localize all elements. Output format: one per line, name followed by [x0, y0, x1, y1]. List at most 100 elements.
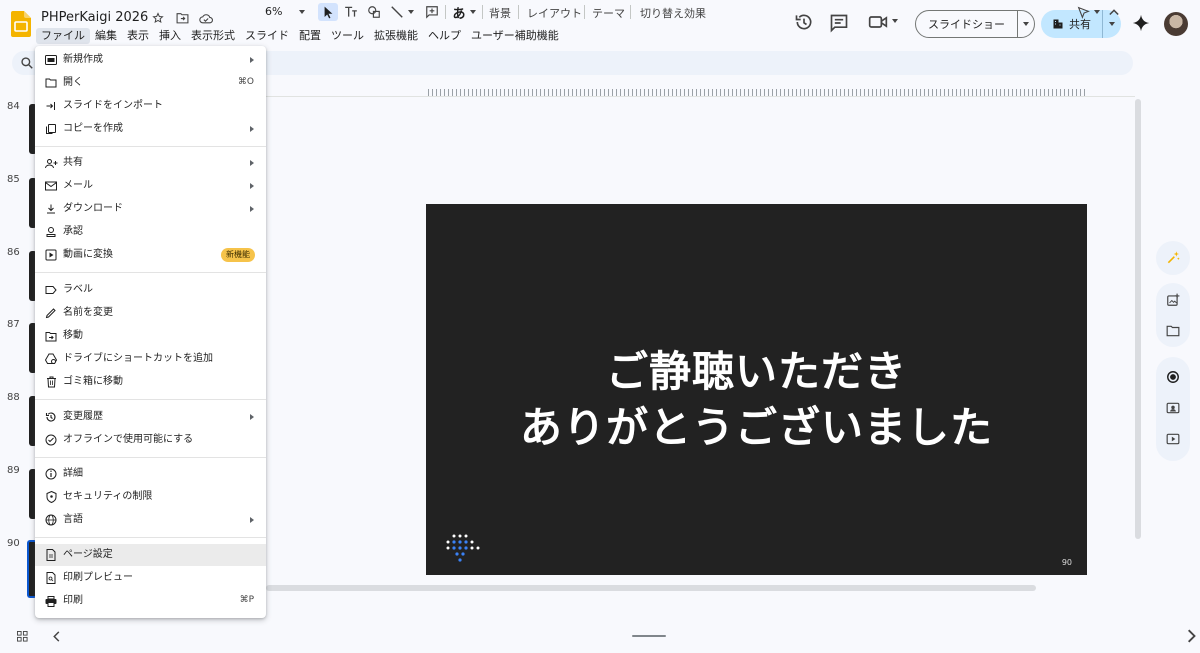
menu-item-details[interactable]: 詳細: [35, 463, 266, 485]
document-title[interactable]: PHPerKaigi 2026: [41, 10, 148, 25]
menu-item-print-preview[interactable]: 印刷プレビュー: [35, 567, 266, 589]
menu-item-version-history[interactable]: 変更履歴: [35, 406, 266, 428]
toolbar-separator: [630, 5, 631, 19]
copy-icon: [44, 122, 58, 136]
star-icon[interactable]: [150, 10, 166, 26]
zoom-value[interactable]: 6%: [265, 5, 282, 18]
camera-icon[interactable]: [1164, 399, 1182, 417]
horizontal-scrollbar[interactable]: [266, 585, 1036, 591]
add-comment-button[interactable]: [423, 3, 441, 21]
move-folder-icon[interactable]: [174, 10, 190, 26]
select-tool-button[interactable]: [318, 3, 338, 21]
menu-extensions[interactable]: 拡張機能: [369, 28, 423, 44]
slideshow-dropdown-icon[interactable]: [1018, 11, 1034, 37]
search-menus-icon[interactable]: [20, 56, 34, 70]
zoom-dropdown-icon[interactable]: [299, 10, 305, 14]
collapse-toolbar-button[interactable]: [1106, 3, 1122, 21]
menu-item-convert-to-video[interactable]: 動画に変換 新機能: [35, 244, 266, 266]
record-icon[interactable]: [1164, 368, 1182, 386]
comment-icon[interactable]: [829, 13, 849, 33]
gemini-sparkle-icon[interactable]: [1164, 249, 1182, 267]
add-comment-icon: [426, 6, 438, 19]
menu-item-new[interactable]: 新規作成: [35, 49, 266, 71]
building-icon: [1053, 19, 1063, 29]
menu-view[interactable]: 表示: [122, 28, 154, 44]
menu-item-security-limitations[interactable]: セキュリティの制限: [35, 486, 266, 508]
shortcut-label: ⌘O: [237, 77, 254, 87]
submenu-arrow-icon: [250, 414, 254, 420]
toolbar-separator: [482, 5, 483, 19]
menu-slide[interactable]: スライド: [240, 28, 294, 44]
input-tools-button[interactable]: あ: [450, 3, 478, 22]
slide-title-line1[interactable]: ご静聴いただき: [426, 338, 1087, 399]
menu-item-print[interactable]: 印刷 ⌘P: [35, 590, 266, 612]
menu-item-labels[interactable]: ラベル: [35, 279, 266, 301]
cursor-icon: [324, 6, 332, 18]
speaker-notes-handle[interactable]: [632, 635, 666, 637]
line-button[interactable]: [388, 3, 416, 21]
menu-item-rename[interactable]: 名前を変更: [35, 302, 266, 324]
menu-edit[interactable]: 編集: [90, 28, 122, 44]
video-call-icon[interactable]: [868, 13, 888, 31]
layout-button[interactable]: レイアウト: [527, 5, 582, 21]
menu-arrange[interactable]: 配置: [294, 28, 326, 44]
file-menu-dropdown: 新規作成 開く ⌘O スライドをインポート コピーを作成 共有 メール ダウンロ…: [35, 46, 266, 618]
version-history-icon[interactable]: [794, 12, 814, 32]
video-call-dropdown-icon[interactable]: [892, 19, 898, 23]
offline-check-icon: [44, 433, 58, 447]
line-icon: [391, 6, 403, 18]
menu-help[interactable]: ヘルプ: [423, 28, 466, 44]
horizontal-ruler[interactable]: [428, 89, 1086, 96]
add-image-icon[interactable]: [1164, 291, 1182, 309]
menu-item-open[interactable]: 開く ⌘O: [35, 72, 266, 94]
slideshow-button[interactable]: スライドショー: [915, 10, 1035, 38]
menu-tools[interactable]: ツール: [326, 28, 369, 44]
menu-format[interactable]: 表示形式: [186, 28, 240, 44]
menu-item-approvals[interactable]: 承認: [35, 221, 266, 243]
menu-item-download[interactable]: ダウンロード: [35, 198, 266, 220]
video-icon[interactable]: [1164, 430, 1182, 448]
toolbar-separator: [518, 5, 519, 19]
slides-logo-icon[interactable]: [11, 11, 31, 37]
menu-item-import-slides[interactable]: スライドをインポート: [35, 95, 266, 117]
menu-file[interactable]: ファイル: [36, 28, 90, 44]
input-mode-label: あ: [452, 6, 466, 22]
ruler-divider: [265, 96, 1135, 97]
slide-number: 86: [7, 247, 20, 258]
menu-item-add-shortcut[interactable]: ドライブにショートカットを追加: [35, 348, 266, 370]
folder-icon[interactable]: [1164, 322, 1182, 340]
theme-button[interactable]: テーマ: [592, 5, 625, 21]
menu-item-move-to-trash[interactable]: ゴミ箱に移動: [35, 371, 266, 393]
gemini-icon[interactable]: [1132, 14, 1150, 32]
menu-item-page-setup[interactable]: ページ設定: [35, 544, 266, 566]
menu-item-make-copy[interactable]: コピーを作成: [35, 118, 266, 140]
vertical-scrollbar[interactable]: [1135, 99, 1141, 539]
expand-side-panel-icon[interactable]: [1186, 629, 1196, 643]
user-avatar[interactable]: [1164, 12, 1188, 36]
collapse-filmstrip-icon[interactable]: [53, 631, 61, 642]
menu-accessibility[interactable]: ユーザー補助機能: [466, 28, 564, 44]
menu-divider: [35, 146, 266, 147]
shape-button[interactable]: [365, 3, 383, 21]
menu-item-share[interactable]: 共有: [35, 152, 266, 174]
menu-item-email[interactable]: メール: [35, 175, 266, 197]
slide-number: 87: [7, 319, 20, 330]
slideshow-label[interactable]: スライドショー: [916, 11, 1018, 37]
slide-number: 88: [7, 392, 20, 403]
menu-item-make-offline[interactable]: オフラインで使用可能にする: [35, 429, 266, 451]
menu-item-language[interactable]: 言語: [35, 509, 266, 531]
transition-button[interactable]: 切り替え効果: [640, 5, 706, 21]
menu-item-move[interactable]: 移動: [35, 325, 266, 347]
pen-tool-button[interactable]: [1074, 3, 1102, 21]
background-button[interactable]: 背景: [489, 5, 511, 21]
menu-divider: [35, 537, 266, 538]
menu-insert[interactable]: 挿入: [154, 28, 186, 44]
cloud-saved-icon[interactable]: [198, 10, 214, 26]
mail-icon: [44, 179, 58, 193]
menu-divider: [35, 399, 266, 400]
slide-canvas[interactable]: ご静聴いただき ありがとうございました 90: [426, 204, 1087, 575]
slide-title-line2[interactable]: ありがとうございました: [426, 394, 1087, 455]
grid-view-icon[interactable]: [17, 631, 28, 642]
menu-divider: [35, 272, 266, 273]
text-box-button[interactable]: [342, 3, 360, 21]
